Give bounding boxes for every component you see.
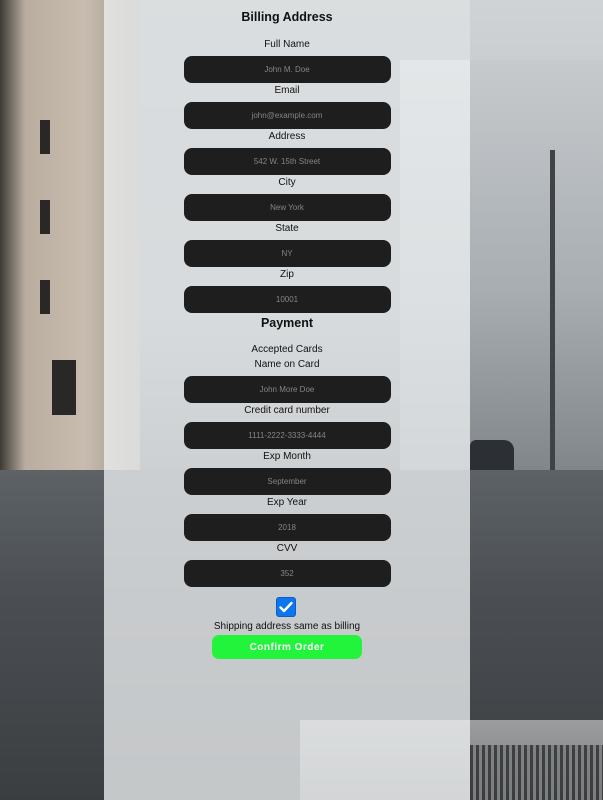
checkout-form: Billing Address Full Name Email Address … [104,0,470,659]
exp-year-input[interactable] [183,514,391,541]
full-name-input[interactable] [183,56,391,83]
state-input[interactable] [183,240,391,267]
email-input[interactable] [183,102,391,129]
building-window [40,200,50,234]
city-input[interactable] [183,194,391,221]
accepted-cards-label: Accepted Cards [251,344,323,355]
building-window [40,120,50,154]
full-name-label: Full Name [264,39,310,50]
card-number-label: Credit card number [244,405,330,416]
card-number-input[interactable] [183,422,391,449]
zip-input[interactable] [183,286,391,313]
background-street-pole [550,150,555,470]
state-label: State [275,223,299,234]
email-label: Email [274,85,300,96]
checkmark-icon [279,601,293,613]
address-input[interactable] [183,148,391,175]
shipping-same-checkbox[interactable] [276,597,296,617]
name-on-card-input[interactable] [183,376,391,403]
building-door [52,360,76,415]
city-label: City [278,177,296,188]
cvv-label: CVV [276,543,298,554]
building-window [40,280,50,314]
exp-year-label: Exp Year [266,497,308,508]
confirm-order-button[interactable]: Confirm Order [212,635,362,659]
exp-month-input[interactable] [183,468,391,495]
billing-title: Billing Address [241,10,333,24]
shipping-same-checkbox-wrap [276,597,298,619]
exp-month-label: Exp Month [263,451,311,462]
address-label: Address [268,131,306,142]
shipping-same-label: Shipping address same as billing [213,621,361,632]
zip-label: Zip [280,269,294,280]
name-on-card-label: Name on Card [254,359,320,370]
background-drain-grate [470,745,603,800]
cvv-input[interactable] [183,560,391,587]
payment-title: Payment [260,316,314,330]
background-car [470,440,514,472]
